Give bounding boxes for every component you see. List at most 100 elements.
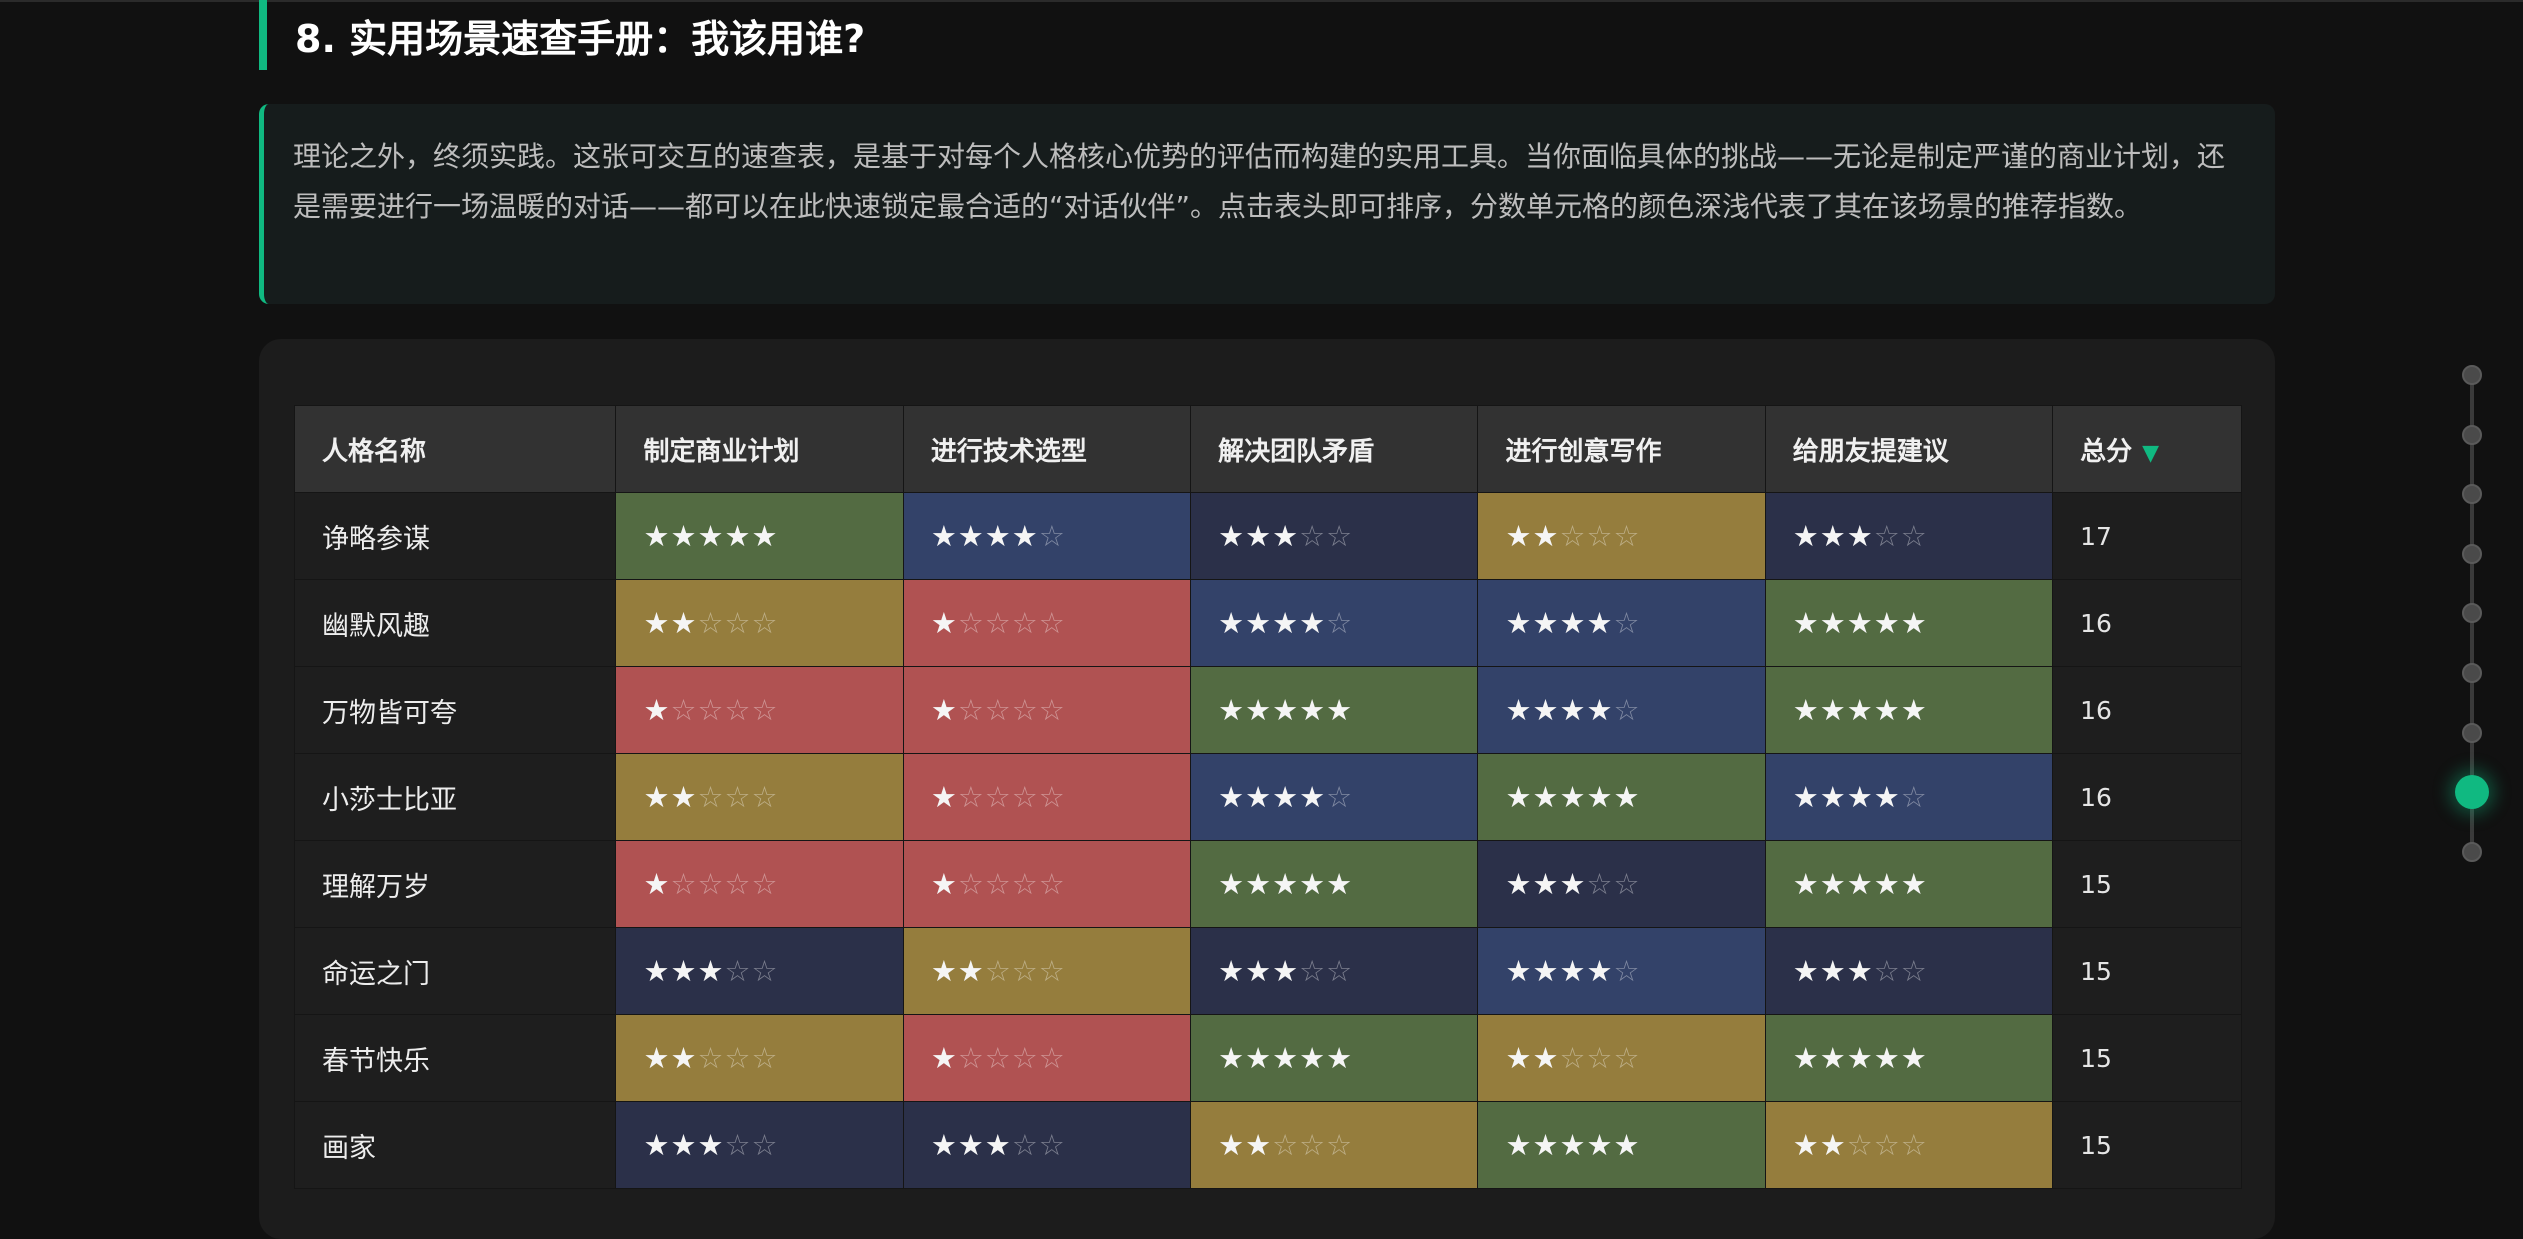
star-rating-filled: ★★★★★ xyxy=(1792,693,1928,727)
score-cell-tech-selection: ★☆☆☆☆ xyxy=(902,579,1192,667)
table-row: 理解万岁 ★☆☆☆☆ ★☆☆☆☆ ★★★★★ ★★★☆☆ ★★★★★ 15 xyxy=(293,840,2242,928)
score-cell-tech-selection: ★☆☆☆☆ xyxy=(902,753,1192,841)
star-rating-filled: ★★★ xyxy=(1218,954,1300,988)
table-row: 万物皆可夸 ★☆☆☆☆ ★☆☆☆☆ ★★★★★ ★★★★☆ ★★★★★ 16 xyxy=(293,666,2242,754)
score-cell-friend-advice: ★★★★☆ xyxy=(1764,753,2054,841)
table-row: 画家 ★★★☆☆ ★★★☆☆ ★★☆☆☆ ★★★★★ ★★☆☆☆ 15 xyxy=(293,1101,2242,1189)
score-cell-business-plan: ★★★★★ xyxy=(615,492,904,580)
score-cell-team-conflict: ★★★★☆ xyxy=(1190,579,1479,667)
score-cell-team-conflict: ★★☆☆☆ xyxy=(1190,1101,1479,1189)
star-rating-empty: ☆☆☆ xyxy=(697,606,779,640)
score-cell-team-conflict: ★★★★★ xyxy=(1190,840,1479,928)
star-rating-filled: ★★★★★ xyxy=(1218,867,1354,901)
star-rating-empty: ☆☆☆ xyxy=(1846,1128,1928,1162)
score-cell-creative-writing: ★★★★☆ xyxy=(1477,927,1766,1015)
star-rating-filled: ★★★★ xyxy=(1505,606,1614,640)
score-cell-tech-selection: ★☆☆☆☆ xyxy=(902,1014,1192,1102)
star-rating-empty: ☆☆ xyxy=(724,954,779,988)
column-header-friend-advice[interactable]: 给朋友提建议 xyxy=(1764,405,2054,493)
star-rating-filled: ★★ xyxy=(1792,1128,1847,1162)
star-rating-empty: ☆☆☆☆ xyxy=(957,693,1066,727)
persona-name-cell: 万物皆可夸 xyxy=(293,666,617,754)
scroll-nav-dot-active[interactable] xyxy=(2455,775,2489,810)
score-cell-friend-advice: ★★★★★ xyxy=(1764,1014,2054,1102)
star-rating-empty: ☆ xyxy=(1613,693,1641,727)
score-cell-tech-selection: ★★★★☆ xyxy=(902,492,1192,580)
total-score-cell: 15 xyxy=(2052,1101,2242,1189)
star-rating-filled: ★★ xyxy=(643,1041,698,1075)
star-rating-filled: ★ xyxy=(930,1041,958,1075)
persona-name-cell: 幽默风趣 xyxy=(293,579,617,667)
score-cell-tech-selection: ★★☆☆☆ xyxy=(902,927,1192,1015)
star-rating-empty: ☆☆ xyxy=(1586,867,1641,901)
column-header-total-label: 总分 xyxy=(2080,436,2133,467)
star-rating-empty: ☆☆☆☆ xyxy=(670,693,779,727)
scroll-nav-dot[interactable] xyxy=(2462,484,2482,505)
star-rating-empty: ☆☆☆ xyxy=(1559,519,1641,553)
scroll-nav-dot[interactable] xyxy=(2462,543,2482,564)
score-cell-business-plan: ★☆☆☆☆ xyxy=(615,666,904,754)
score-cell-creative-writing: ★★★☆☆ xyxy=(1477,840,1766,928)
score-cell-friend-advice: ★★☆☆☆ xyxy=(1764,1101,2054,1189)
star-rating-empty: ☆☆ xyxy=(1873,519,1928,553)
star-rating-filled: ★★★★★ xyxy=(1505,780,1641,814)
score-cell-business-plan: ★★☆☆☆ xyxy=(615,753,904,841)
star-rating-empty: ☆☆☆ xyxy=(1272,1128,1354,1162)
star-rating-filled: ★★★ xyxy=(643,954,725,988)
score-cell-friend-advice: ★★★★★ xyxy=(1764,579,2054,667)
scroll-nav-dot[interactable] xyxy=(2462,365,2482,385)
star-rating-empty: ☆ xyxy=(1038,519,1066,553)
star-rating-filled: ★★★★★ xyxy=(1218,1041,1354,1075)
column-header-tech-selection[interactable]: 进行技术选型 xyxy=(902,405,1192,493)
star-rating-empty: ☆ xyxy=(1326,606,1354,640)
star-rating-filled: ★★★ xyxy=(1505,867,1587,901)
scroll-nav-dot[interactable] xyxy=(2462,841,2482,862)
column-header-total[interactable]: 总分 ▼ xyxy=(2052,405,2242,493)
sort-descending-icon: ▼ xyxy=(2142,440,2160,466)
star-rating-filled: ★★★ xyxy=(643,1128,725,1162)
star-rating-empty: ☆ xyxy=(1613,606,1641,640)
scroll-nav-dot[interactable] xyxy=(2462,603,2482,624)
star-rating-filled: ★★★ xyxy=(1792,519,1874,553)
scroll-nav-dot[interactable] xyxy=(2462,663,2482,683)
column-header-team-conflict[interactable]: 解决团队矛盾 xyxy=(1190,405,1479,493)
star-rating-empty: ☆☆ xyxy=(1873,954,1928,988)
star-rating-empty: ☆☆ xyxy=(1011,1128,1066,1162)
score-cell-creative-writing: ★★★★☆ xyxy=(1477,579,1766,667)
star-rating-empty: ☆☆☆ xyxy=(1559,1041,1641,1075)
star-rating-filled: ★★★★ xyxy=(1505,954,1614,988)
star-rating-filled: ★ xyxy=(930,867,958,901)
column-header-creative-writing[interactable]: 进行创意写作 xyxy=(1477,405,1766,493)
star-rating-filled: ★★ xyxy=(930,954,985,988)
score-cell-team-conflict: ★★★★★ xyxy=(1190,666,1479,754)
total-score-cell: 16 xyxy=(2052,579,2242,667)
star-rating-filled: ★★ xyxy=(1505,519,1560,553)
score-cell-tech-selection: ★☆☆☆☆ xyxy=(902,666,1192,754)
score-cell-business-plan: ★★★☆☆ xyxy=(615,927,904,1015)
star-rating-empty: ☆☆☆☆ xyxy=(957,867,1066,901)
scroll-nav-dot[interactable] xyxy=(2462,424,2482,445)
table-row: 幽默风趣 ★★☆☆☆ ★☆☆☆☆ ★★★★☆ ★★★★☆ ★★★★★ 16 xyxy=(293,579,2242,667)
star-rating-empty: ☆☆☆ xyxy=(984,954,1066,988)
total-score-cell: 16 xyxy=(2052,666,2242,754)
scroll-nav-dot[interactable] xyxy=(2462,722,2482,743)
score-cell-friend-advice: ★★★★★ xyxy=(1764,840,2054,928)
column-header-name[interactable]: 人格名称 xyxy=(293,405,617,493)
total-score-cell: 17 xyxy=(2052,492,2242,580)
star-rating-filled: ★★★★★ xyxy=(1792,606,1928,640)
star-rating-empty: ☆☆☆ xyxy=(697,1041,779,1075)
star-rating-empty: ☆☆☆☆ xyxy=(957,780,1066,814)
score-cell-business-plan: ★☆☆☆☆ xyxy=(615,840,904,928)
score-cell-team-conflict: ★★★☆☆ xyxy=(1190,927,1479,1015)
persona-name-cell: 理解万岁 xyxy=(293,840,617,928)
star-rating-filled: ★★★★ xyxy=(1792,780,1901,814)
total-score-cell: 15 xyxy=(2052,927,2242,1015)
score-cell-business-plan: ★★☆☆☆ xyxy=(615,1014,904,1102)
total-score-cell: 15 xyxy=(2052,1014,2242,1102)
star-rating-filled: ★★ xyxy=(643,606,698,640)
table-body: 诤略参谋 ★★★★★ ★★★★☆ ★★★☆☆ ★★☆☆☆ ★★★☆☆ 17 幽默风趣 ★★☆☆☆… xyxy=(293,492,2242,1189)
star-rating-empty: ☆ xyxy=(1613,954,1641,988)
column-header-business-plan[interactable]: 制定商业计划 xyxy=(615,405,904,493)
score-cell-tech-selection: ★★★☆☆ xyxy=(902,1101,1192,1189)
score-cell-team-conflict: ★★★★★ xyxy=(1190,1014,1479,1102)
